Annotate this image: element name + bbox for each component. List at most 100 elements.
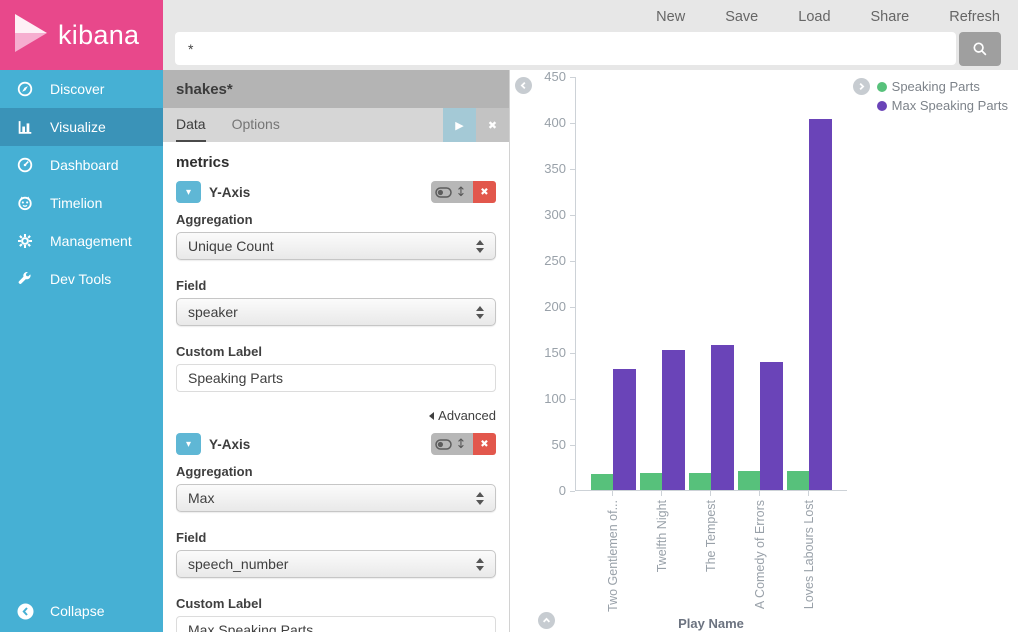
timelion-icon bbox=[16, 194, 34, 212]
y-tick-label: 50 bbox=[516, 437, 566, 452]
collapse-circle-icon bbox=[16, 602, 34, 620]
apply-changes-button[interactable]: ▶ bbox=[443, 108, 476, 142]
query-input[interactable] bbox=[175, 32, 956, 65]
y-tick-mark bbox=[570, 491, 575, 492]
legend-dot bbox=[877, 101, 887, 111]
caret-up-icon bbox=[476, 306, 484, 311]
agg-title: Y-Axis bbox=[209, 437, 250, 452]
tab-options[interactable]: Options bbox=[232, 108, 280, 142]
y-tick-mark bbox=[570, 353, 575, 354]
legend-collapse-button[interactable] bbox=[853, 78, 870, 95]
selected-option: Unique Count bbox=[188, 238, 274, 254]
select-caret-icon bbox=[476, 492, 484, 505]
wrench-icon bbox=[16, 270, 34, 288]
y-tick-mark bbox=[570, 215, 575, 216]
y-tick-mark bbox=[570, 77, 575, 78]
agg-section: ▾Y-Axis↕✖AggregationUnique CountFieldspe… bbox=[176, 181, 496, 423]
caret-down-icon bbox=[476, 500, 484, 505]
gear-icon bbox=[16, 232, 34, 250]
field-select[interactable]: speaker bbox=[176, 298, 496, 326]
sidebar-item-label: Visualize bbox=[50, 119, 106, 135]
chart-bar[interactable] bbox=[689, 473, 711, 490]
aggregation-label: Aggregation bbox=[176, 464, 496, 479]
custom-label-input[interactable] bbox=[176, 616, 496, 632]
caret-down-icon bbox=[476, 314, 484, 319]
agg-collapse-button[interactable]: ▾ bbox=[176, 433, 201, 455]
aggregation-label: Aggregation bbox=[176, 212, 496, 227]
sidebar-item-management[interactable]: Management bbox=[0, 222, 163, 260]
advanced-toggle[interactable]: Advanced bbox=[176, 408, 496, 423]
nav-load-button[interactable]: Load bbox=[798, 9, 830, 25]
chart-bar[interactable] bbox=[738, 471, 760, 490]
sidebar-item-dashboard[interactable]: Dashboard bbox=[0, 146, 163, 184]
metrics-section-title: metrics bbox=[176, 154, 496, 171]
nav-share-button[interactable]: Share bbox=[871, 9, 910, 25]
remove-agg-button[interactable]: ✖ bbox=[473, 433, 496, 455]
field-group: Fieldspeech_number bbox=[176, 530, 496, 578]
legend-item[interactable]: Max Speaking Parts bbox=[877, 98, 1008, 113]
legend-item[interactable]: Speaking Parts bbox=[877, 79, 1008, 94]
nav-new-button[interactable]: New bbox=[656, 9, 685, 25]
sidebar-collapse-button[interactable]: Collapse bbox=[0, 590, 163, 632]
sidebar-item-visualize[interactable]: Visualize bbox=[0, 108, 163, 146]
nav-refresh-button[interactable]: Refresh bbox=[949, 9, 1000, 25]
legend-items: Speaking Parts Max Speaking Parts bbox=[877, 78, 1008, 113]
chart-bar[interactable] bbox=[711, 345, 734, 490]
y-tick-label: 450 bbox=[516, 70, 566, 84]
agg-control-pill: ↕ bbox=[431, 433, 473, 455]
chart-bar[interactable] bbox=[787, 471, 809, 490]
search-button[interactable] bbox=[959, 32, 1001, 66]
x-tick-mark bbox=[808, 491, 809, 496]
sidebar-item-label: Management bbox=[50, 233, 132, 249]
chart-plot-area bbox=[575, 77, 847, 491]
compass-icon bbox=[16, 80, 34, 98]
field-group: Aggregation Max bbox=[176, 464, 496, 512]
remove-agg-button[interactable]: ✖ bbox=[473, 181, 496, 203]
custom-label-input[interactable] bbox=[176, 364, 496, 392]
chart-legend: Speaking Parts Max Speaking Parts bbox=[853, 78, 1008, 113]
caret-left-icon bbox=[429, 412, 434, 420]
editor-tab-actions: ▶ ✖ bbox=[443, 108, 509, 142]
x-tick-label: Two Gentlemen of... bbox=[605, 500, 621, 632]
chart-bar[interactable] bbox=[662, 350, 685, 490]
sidebar-item-dev-tools[interactable]: Dev Tools bbox=[0, 260, 163, 298]
y-tick-label: 0 bbox=[516, 483, 566, 498]
y-tick-label: 200 bbox=[516, 299, 566, 314]
selected-option: speaker bbox=[188, 304, 238, 320]
field-group: Aggregation Unique Count bbox=[176, 212, 496, 260]
chart-bar[interactable] bbox=[809, 119, 832, 490]
field-group: Field speaker bbox=[176, 278, 496, 326]
caret-down-icon bbox=[476, 248, 484, 253]
chart-bar[interactable] bbox=[760, 362, 783, 490]
field-select[interactable]: speech_number bbox=[176, 550, 496, 578]
search-bar bbox=[175, 32, 1001, 66]
agg-collapse-button[interactable]: ▾ bbox=[176, 181, 201, 203]
move-agg-handle-icon[interactable]: ↕ bbox=[452, 433, 470, 455]
caret-down-icon bbox=[476, 566, 484, 571]
chart-bar[interactable] bbox=[613, 369, 636, 490]
move-agg-handle-icon[interactable]: ↕ bbox=[452, 181, 470, 203]
discard-changes-button[interactable]: ✖ bbox=[476, 108, 509, 142]
chart-bar[interactable] bbox=[591, 474, 613, 490]
legend-label: Max Speaking Parts bbox=[892, 98, 1008, 113]
kibana-logo[interactable]: kibana bbox=[0, 0, 163, 70]
editor-tabs-bar: Data Options ▶ ✖ bbox=[163, 108, 509, 142]
disable-agg-toggle-icon[interactable] bbox=[434, 181, 452, 203]
aggregation-select[interactable]: Unique Count bbox=[176, 232, 496, 260]
index-pattern-label: shakes* bbox=[176, 81, 233, 98]
aggregation-select[interactable]: Max bbox=[176, 484, 496, 512]
chart-bar[interactable] bbox=[640, 473, 662, 490]
nav-save-button[interactable]: Save bbox=[725, 9, 758, 25]
field-label: Field bbox=[176, 278, 496, 293]
chevron-right-icon bbox=[857, 79, 866, 94]
sidebar-item-timelion[interactable]: Timelion bbox=[0, 184, 163, 222]
sidebar-item-label: Dev Tools bbox=[50, 271, 111, 287]
y-tick-mark bbox=[570, 261, 575, 262]
x-axis-title: Play Name bbox=[575, 616, 847, 631]
sidebar-item-discover[interactable]: Discover bbox=[0, 70, 163, 108]
disable-agg-toggle-icon[interactable] bbox=[434, 433, 452, 455]
x-tick-label: The Tempest bbox=[703, 500, 719, 632]
tab-data[interactable]: Data bbox=[176, 108, 206, 142]
agg-section: ▾ Y-Axis ↕✖ Aggregation Max Fieldspeech_numbe… bbox=[176, 433, 496, 632]
xaxis-collapse-button[interactable] bbox=[538, 612, 555, 629]
